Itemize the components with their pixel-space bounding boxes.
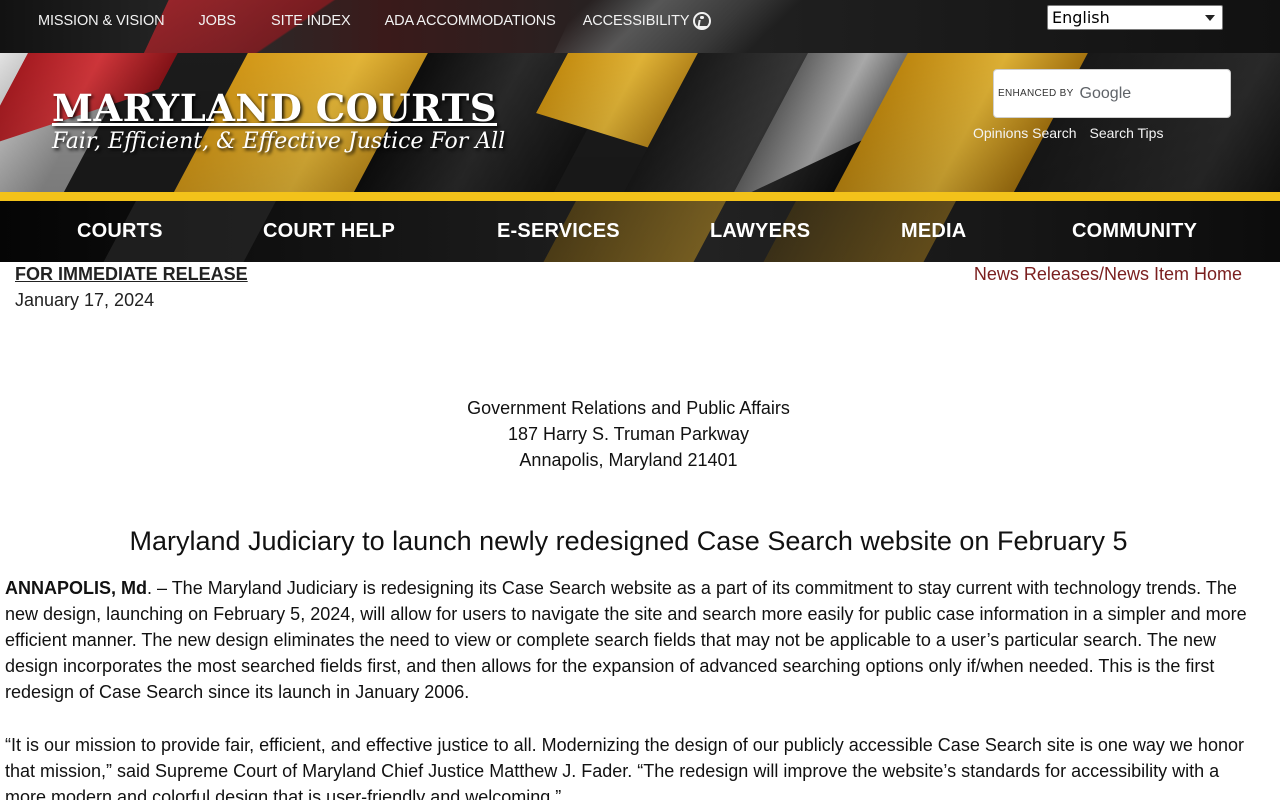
article-dateline: ANNAPOLIS, Md [5,578,147,598]
main-nav-community[interactable]: COMMUNITY [1072,220,1197,243]
main-nav-court-help[interactable]: COURT HELP [263,220,395,243]
article-paragraph: “It is our mission to provide fair, effi… [5,735,1244,800]
release-date: January 17, 2024 [15,290,155,310]
search-enhanced-label: ENHANCED BY [998,88,1074,99]
main-nav: COURTS COURT HELP E-SERVICES LAWYERS MED… [0,201,1280,262]
utility-link-ada-accommodations[interactable]: ADA ACCOMMODATIONS [385,13,556,29]
article-paragraph: ANNAPOLIS, Md. – The Maryland Judiciary … [5,575,1260,705]
article-headline: Maryland Judiciary to launch newly redes… [129,526,1128,556]
utility-link-site-index[interactable]: SITE INDEX [271,13,351,29]
gold-divider [0,192,1280,201]
utility-nav: MISSION & VISION JOBS SITE INDEX ADA ACC… [38,12,712,30]
opinions-search-link[interactable]: Opinions Search [973,125,1077,141]
utility-link-accessibility[interactable]: ACCESSIBILITY [583,12,712,30]
article-paragraph-text: . – The Maryland Judiciary is redesignin… [5,578,1247,702]
main-nav-e-services[interactable]: E-SERVICES [497,220,620,243]
utility-bar: MISSION & VISION JOBS SITE INDEX ADA ACC… [0,0,1280,53]
address-line: Government Relations and Public Affairs [467,398,790,418]
main-nav-courts[interactable]: COURTS [77,220,163,243]
site-search-input[interactable]: ENHANCED BY Google [993,69,1231,118]
search-tips-link[interactable]: Search Tips [1090,125,1164,141]
site-tagline: Fair, Efficient, & Effective Justice For… [52,129,506,154]
accessibility-icon [693,12,712,30]
utility-link-jobs[interactable]: JOBS [199,13,237,29]
utility-link-mission-vision[interactable]: MISSION & VISION [38,13,165,29]
news-releases-home-link[interactable]: News Releases/News Item Home [974,264,1242,285]
address-line: 187 Harry S. Truman Parkway [507,424,750,444]
office-address: Government Relations and Public Affairs … [0,395,1257,473]
search-links: Opinions Search Search Tips [973,125,1163,141]
main-nav-media[interactable]: MEDIA [901,220,966,243]
chevron-down-icon [1205,14,1215,21]
utility-link-accessibility-label: ACCESSIBILITY [582,13,690,29]
language-select[interactable]: English [1047,5,1223,30]
site-banner: MARYLAND COURTS Fair, Efficient, & Effec… [0,53,1280,192]
main-nav-lawyers[interactable]: LAWYERS [710,220,810,243]
address-line: Annapolis, Maryland 21401 [519,450,738,470]
site-title-logo[interactable]: MARYLAND COURTS [52,86,497,130]
language-select-value: English [1052,8,1110,27]
search-provider-label: Google [1079,84,1132,102]
release-label: FOR IMMEDIATE RELEASE [15,264,248,284]
